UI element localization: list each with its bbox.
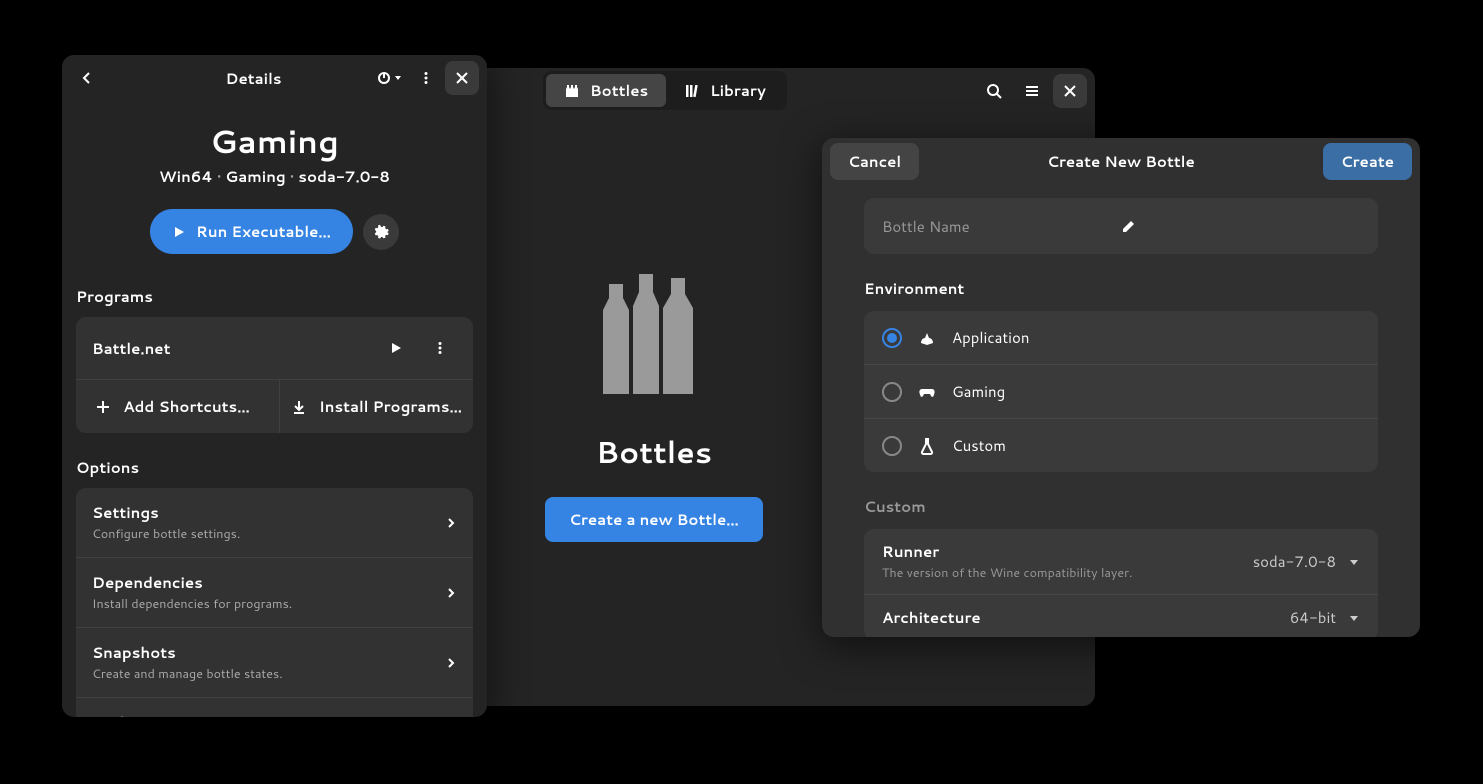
download-icon [291, 399, 307, 415]
hamburger-menu-button[interactable] [1015, 74, 1049, 108]
bottle-subtitle: Win64 · Gaming · soda-7.0-8 [62, 166, 487, 187]
option-title: Task Manager [92, 712, 435, 717]
run-executable-label: Run Executable… [196, 221, 331, 242]
option-desc: Configure bottle settings. [92, 525, 435, 543]
bottle-runner: soda-7.0-8 [298, 166, 390, 187]
cancel-button[interactable]: Cancel [830, 143, 919, 180]
env-label: Application [952, 327, 1030, 348]
architecture-title: Architecture [882, 607, 1278, 628]
search-button[interactable] [977, 74, 1011, 108]
tab-library-label: Library [710, 80, 766, 101]
play-icon [172, 225, 186, 239]
bottle-name-placeholder: Bottle Name [882, 216, 1121, 237]
install-programs-button[interactable]: Install Programs… [279, 380, 473, 433]
architecture-value: 64-bit [1290, 607, 1336, 628]
env-application[interactable]: Application [864, 311, 1378, 364]
chevron-down-icon [1348, 612, 1360, 624]
tab-bottles-label: Bottles [590, 80, 648, 101]
add-shortcuts-label: Add Shortcuts… [123, 396, 250, 417]
architecture-row[interactable]: Architecture 64-bit [864, 594, 1378, 637]
tab-bottles[interactable]: Bottles [546, 74, 666, 107]
custom-settings-list: Runner The version of the Wine compatibi… [864, 529, 1378, 637]
create-button[interactable]: Create [1323, 143, 1412, 180]
environment-heading: Environment [864, 278, 1378, 299]
programs-card: Battle.net Add Shortcuts… Install Progra… [76, 317, 473, 433]
radio-off-icon [882, 436, 902, 456]
option-dependencies[interactable]: Dependencies Install dependencies for pr… [76, 557, 473, 627]
view-switcher: Bottles Library [543, 71, 787, 110]
bottles-hero-icon [599, 264, 709, 394]
gamepad-icon [918, 383, 936, 401]
edit-icon [1121, 218, 1360, 234]
environment-list: Application Gaming Custom [864, 311, 1378, 472]
details-title: Details [106, 68, 371, 89]
env-custom[interactable]: Custom [864, 418, 1378, 472]
env-gaming[interactable]: Gaming [864, 364, 1378, 418]
chevron-right-icon [445, 657, 457, 669]
radio-off-icon [882, 382, 902, 402]
add-shortcuts-button[interactable]: Add Shortcuts… [76, 380, 269, 433]
bottle-name-input[interactable]: Bottle Name [864, 198, 1378, 254]
runner-row[interactable]: Runner The version of the Wine compatibi… [864, 529, 1378, 594]
program-row: Battle.net [76, 317, 473, 379]
radio-on-icon [882, 328, 902, 348]
program-menu-button[interactable] [423, 331, 457, 365]
details-headerbar: Details [62, 55, 487, 101]
program-name: Battle.net [92, 338, 369, 359]
bottle-details-window: Details Gaming Win64 · Gaming · soda-7.0… [62, 55, 487, 717]
install-programs-label: Install Programs… [319, 396, 462, 417]
create-dialog-title: Create New Bottle [919, 151, 1323, 172]
options-heading: Options [62, 433, 487, 488]
power-menu-button[interactable] [373, 61, 407, 95]
close-button[interactable] [1053, 74, 1087, 108]
option-title: Snapshots [92, 642, 435, 663]
empty-state-title: Bottles [596, 430, 712, 473]
bottle-preferences-button[interactable] [363, 214, 399, 250]
env-label: Custom [952, 435, 1006, 456]
bottle-name: Gaming [62, 119, 487, 164]
option-task-manager[interactable]: Task Manager Manage running programs. [76, 697, 473, 717]
runner-value: soda-7.0-8 [1253, 551, 1336, 572]
options-card: Settings Configure bottle settings. Depe… [76, 488, 473, 717]
runner-title: Runner [882, 541, 1241, 562]
bottle-env: Gaming [225, 166, 285, 187]
bottle-hero: Gaming Win64 · Gaming · soda-7.0-8 Run E… [62, 101, 487, 262]
create-headerbar: Cancel Create New Bottle Create [822, 138, 1420, 184]
create-new-bottle-button[interactable]: Create a new Bottle… [545, 497, 763, 542]
chevron-down-icon [1348, 556, 1360, 568]
kebab-menu-button[interactable] [409, 61, 443, 95]
option-title: Settings [92, 502, 435, 523]
flask-icon [918, 437, 936, 455]
library-icon [684, 83, 700, 99]
close-button[interactable] [445, 61, 479, 95]
bottles-icon [564, 83, 580, 99]
application-icon [918, 329, 936, 347]
chevron-right-icon [445, 517, 457, 529]
option-desc: Install dependencies for programs. [92, 595, 435, 613]
program-run-button[interactable] [379, 331, 413, 365]
option-snapshots[interactable]: Snapshots Create and manage bottle state… [76, 627, 473, 697]
custom-heading: Custom [864, 496, 1378, 517]
programs-heading: Programs [62, 262, 487, 317]
runner-desc: The version of the Wine compatibility la… [882, 564, 1241, 582]
option-settings[interactable]: Settings Configure bottle settings. [76, 488, 473, 557]
back-button[interactable] [70, 61, 104, 95]
run-executable-button[interactable]: Run Executable… [150, 209, 353, 254]
option-desc: Create and manage bottle states. [92, 665, 435, 683]
gear-icon [373, 224, 389, 240]
env-label: Gaming [952, 381, 1005, 402]
bottle-arch: Win64 [159, 166, 213, 187]
option-title: Dependencies [92, 572, 435, 593]
plus-icon [95, 399, 111, 415]
chevron-right-icon [445, 587, 457, 599]
create-bottle-dialog: Cancel Create New Bottle Create Bottle N… [822, 138, 1420, 637]
tab-library[interactable]: Library [666, 74, 784, 107]
